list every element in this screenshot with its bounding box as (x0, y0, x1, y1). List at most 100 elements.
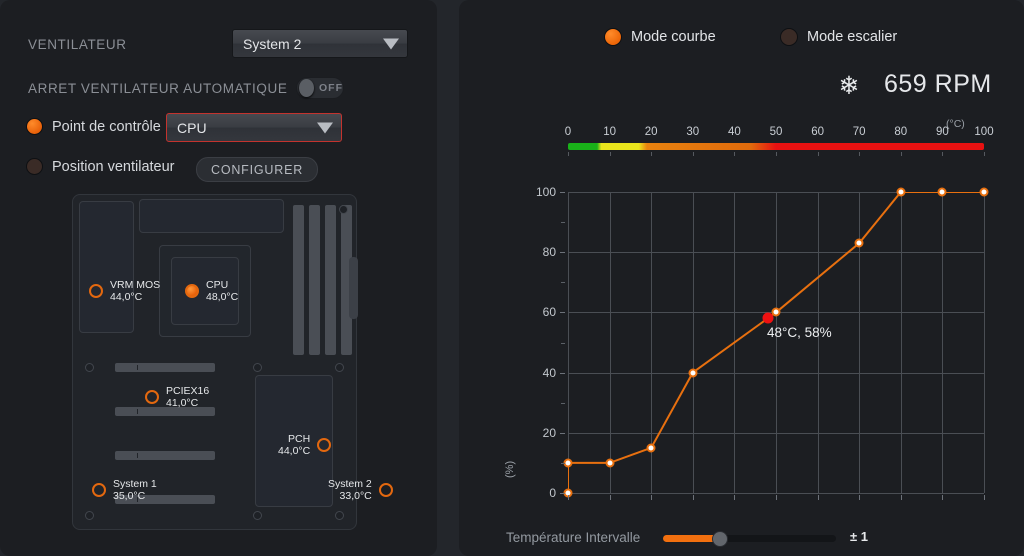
temperature-interval-label: Température Intervalle (506, 530, 641, 545)
mb-dimm-slot (325, 205, 336, 355)
sensor-marker-icon (92, 483, 106, 497)
temperature-interval-value: ± 1 (850, 529, 868, 544)
configure-button[interactable]: CONFIGURER (196, 157, 319, 182)
chart-y-minor-tick (561, 402, 565, 404)
chart-x-tick (609, 495, 611, 500)
control-point-radio[interactable]: Point de contrôle (26, 118, 161, 135)
temp-scale-unit-label: (°C) (946, 118, 965, 130)
fan-select-dropdown[interactable]: System 2 (232, 29, 408, 58)
temp-scale-tick-label: 0 (564, 126, 572, 138)
fan-position-label: Position ventilateur (52, 158, 175, 175)
temp-scale-tick (942, 152, 944, 156)
chart-y-tick-label: 0 (549, 486, 556, 500)
chart-y-tick-label: 40 (542, 365, 556, 380)
chart-y-tick (560, 432, 565, 434)
fan-curve-point[interactable] (937, 187, 947, 197)
mb-mount-hole (339, 205, 348, 214)
mb-pcie-slot (115, 363, 215, 372)
fan-curve-point[interactable] (646, 443, 656, 453)
control-point-dropdown[interactable]: CPU (166, 113, 342, 142)
mb-mount-hole (85, 363, 94, 372)
radio-unselected-icon (780, 28, 798, 46)
sensor-system-1[interactable]: System 1 35,0°C (92, 478, 157, 502)
temp-scale-tick-label: 30 (686, 126, 700, 138)
sensor-vrm-mos[interactable]: VRM MOS 44,0°C (89, 279, 160, 303)
chart-gridline-horizontal (568, 493, 984, 494)
chart-y-minor-tick (561, 462, 565, 464)
control-point-value: CPU (177, 119, 207, 136)
sensor-marker-icon (145, 390, 159, 404)
chart-gridline-vertical (984, 192, 985, 493)
mb-mount-hole (85, 511, 94, 520)
sensor-cpu[interactable]: CPU 48,0°C (185, 279, 238, 303)
sensor-name: PCH (288, 433, 311, 445)
sensor-name: PCIEX16 (166, 385, 210, 397)
temp-scale-tick (817, 152, 819, 156)
chart-x-tick (692, 495, 694, 500)
fan-curve-point[interactable] (896, 187, 906, 197)
temp-scale-tick (651, 152, 653, 156)
temp-scale-tick-label: 50 (769, 126, 783, 138)
sensor-pch[interactable]: PCH 44,0°C (278, 433, 332, 457)
mb-mount-hole (335, 511, 344, 520)
fan-curve-chart[interactable] (563, 187, 989, 498)
sensor-pciex16[interactable]: PCIEX16 41,0°C (145, 385, 209, 409)
chart-y-tick-label: 100 (535, 185, 556, 199)
mb-mount-hole (253, 363, 262, 372)
chart-y-minor-tick (561, 222, 565, 224)
toggle-knob (299, 79, 314, 97)
sensor-temp: 48,0°C (206, 291, 239, 303)
sensor-temp: 33,0°C (339, 490, 372, 502)
mb-mount-hole (253, 511, 262, 520)
temp-scale-tick (692, 152, 694, 156)
temp-scale-tick (859, 152, 861, 156)
chart-y-tick (560, 372, 565, 374)
fan-curve-point[interactable] (854, 238, 864, 248)
temp-scale-tick (776, 152, 777, 156)
chart-y-minor-tick (561, 342, 565, 344)
sensor-temp: 41,0°C (166, 397, 199, 409)
control-point-label: Point de contrôle (52, 118, 161, 135)
mode-curve-label: Mode courbe (631, 29, 716, 45)
sensor-temp: 44,0°C (278, 445, 311, 457)
temp-scale-tick-label: 70 (852, 126, 866, 138)
chart-y-tick (560, 192, 565, 193)
chart-y-tick (560, 493, 565, 494)
chart-x-tick (651, 495, 653, 500)
fan-position-radio[interactable]: Position ventilateur (26, 158, 175, 175)
sensor-name: System 1 (113, 478, 157, 490)
chevron-down-icon (383, 38, 399, 49)
chart-y-tick (560, 312, 565, 314)
fan-curve-point[interactable] (605, 458, 615, 468)
radio-unselected-icon (26, 158, 43, 175)
fan-select-value: System 2 (243, 35, 302, 52)
motherboard-diagram[interactable]: VRM MOS 44,0°C CPU 48,0°C PCIEX16 41,0°C PC… (72, 194, 393, 530)
fan-curve-point[interactable] (771, 307, 781, 317)
chart-x-tick (900, 495, 902, 500)
chevron-down-icon (317, 122, 333, 133)
chart-x-tick (568, 495, 569, 500)
auto-fan-stop-toggle[interactable]: OFF (296, 77, 344, 99)
chart-y-tick-label: 80 (542, 245, 556, 260)
sensor-marker-icon (378, 483, 393, 497)
sensor-temp: 35,0°C (113, 490, 146, 502)
chart-y-tick-label: 60 (542, 305, 556, 320)
fan-icon: ❄ (838, 72, 860, 100)
mode-stair-radio[interactable]: Mode escalier (780, 28, 897, 46)
mode-stair-label: Mode escalier (807, 29, 898, 45)
radio-selected-icon (26, 118, 43, 135)
slider-knob[interactable] (712, 530, 729, 547)
fan-curve-point[interactable] (979, 187, 989, 197)
temp-scale-tick (984, 152, 985, 156)
fan-curve-point[interactable] (688, 368, 698, 378)
mode-curve-radio[interactable]: Mode courbe (604, 28, 716, 46)
temp-scale-tick-label: 90 (935, 126, 949, 138)
temp-scale-tick (900, 152, 902, 156)
temperature-gradient-bar (568, 143, 984, 150)
fan-rpm-value: 659 RPM (884, 70, 992, 98)
sensor-name: VRM MOS (110, 279, 161, 291)
sensor-marker-icon (89, 284, 103, 298)
temperature-interval-slider[interactable] (663, 530, 836, 547)
fan-curve-line (568, 192, 984, 493)
sensor-system-2[interactable]: System 2 33,0°C (328, 478, 393, 502)
